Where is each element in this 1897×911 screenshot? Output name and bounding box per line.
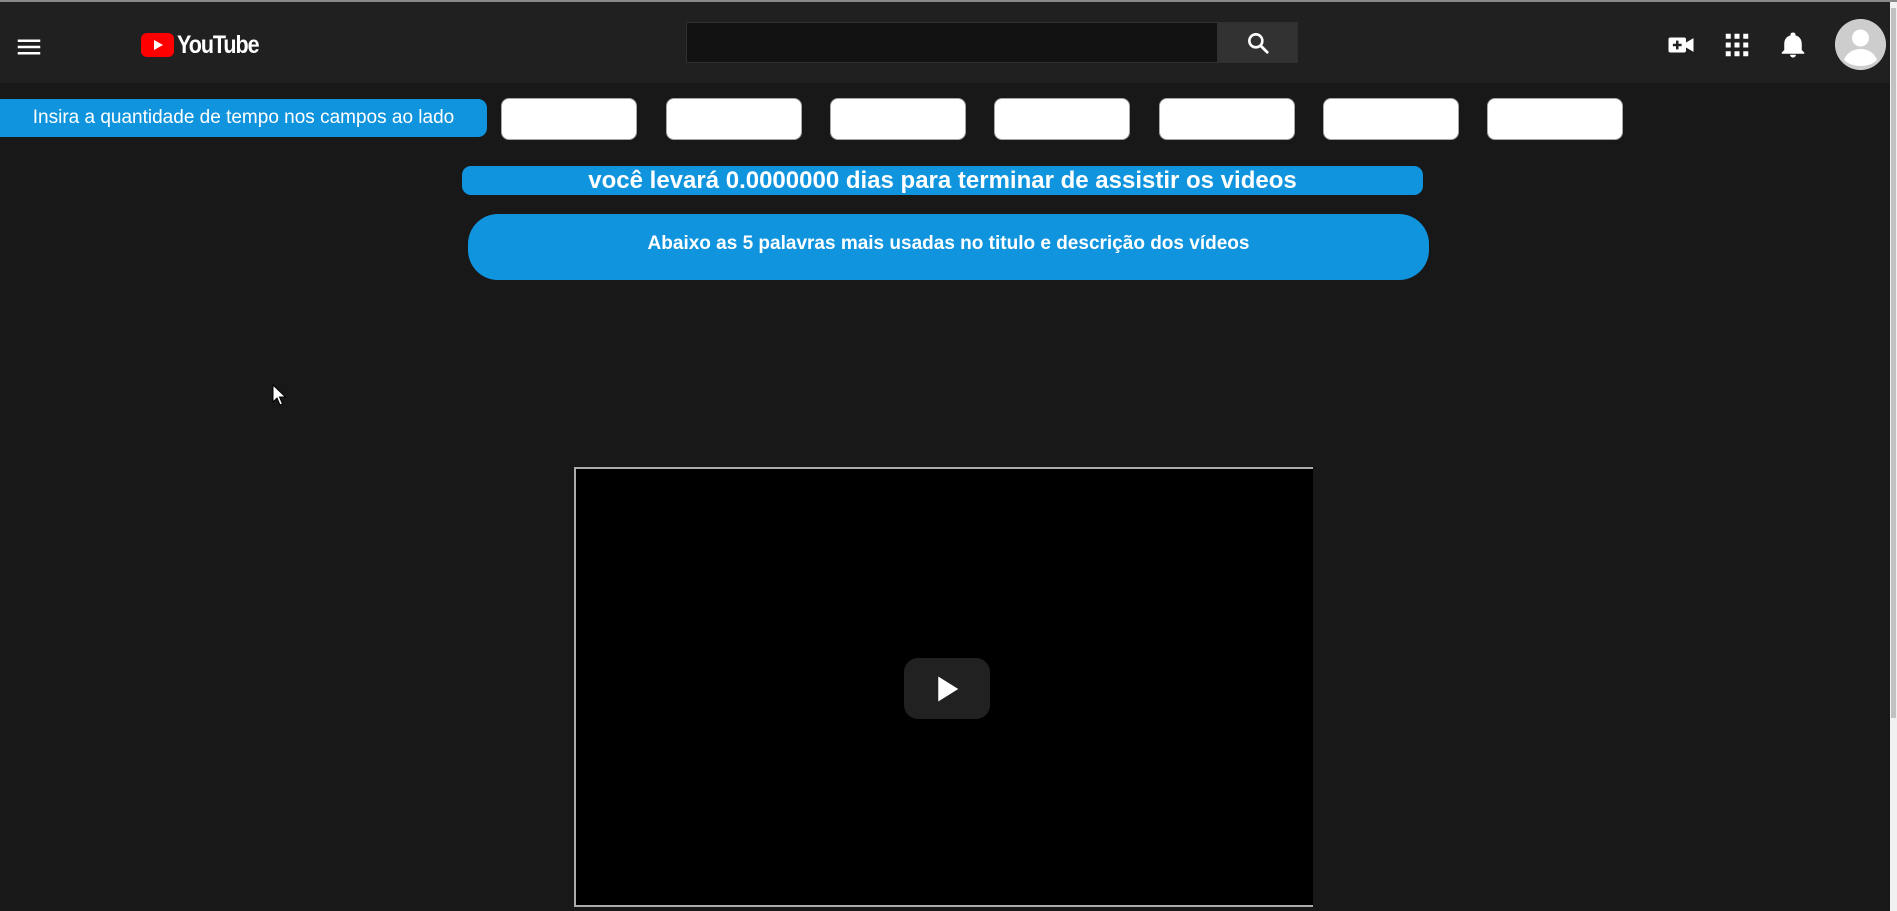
- bell-icon[interactable]: [1776, 28, 1810, 62]
- top-words-heading: Abaixo as 5 palavras mais usadas no titu…: [647, 233, 1250, 254]
- search-button[interactable]: [1218, 22, 1298, 63]
- apps-grid-icon[interactable]: [1720, 28, 1754, 62]
- video-create-icon[interactable]: [1664, 28, 1698, 62]
- time-input-3[interactable]: [830, 98, 966, 140]
- play-icon: [938, 676, 959, 701]
- page-scrollbar-thumb[interactable]: [1891, 8, 1896, 718]
- youtube-logo-icon: [141, 33, 174, 57]
- search-input[interactable]: [686, 22, 1218, 63]
- search-icon: [1248, 32, 1269, 54]
- mouse-pointer-icon: [272, 384, 287, 406]
- time-input-6[interactable]: [1323, 98, 1459, 140]
- time-input-5[interactable]: [1159, 98, 1295, 140]
- play-button[interactable]: [904, 658, 990, 719]
- account-avatar-icon[interactable]: [1835, 19, 1886, 70]
- top-words-panel: Abaixo as 5 palavras mais usadas no titu…: [468, 214, 1429, 280]
- hamburger-menu-icon[interactable]: [14, 32, 44, 62]
- watch-time-result: você levará 0.0000000 dias para terminar…: [462, 166, 1423, 195]
- time-input-2[interactable]: [666, 98, 802, 140]
- time-input-7[interactable]: [1487, 98, 1623, 140]
- time-input-4[interactable]: [994, 98, 1130, 140]
- youtube-logo[interactable]: YouTube: [141, 30, 272, 60]
- logo-text: YouTube: [177, 30, 260, 59]
- masthead: YouTube: [0, 2, 1890, 83]
- time-input-1[interactable]: [501, 98, 637, 140]
- instruction-label: Insira a quantidade de tempo nos campos …: [0, 99, 487, 137]
